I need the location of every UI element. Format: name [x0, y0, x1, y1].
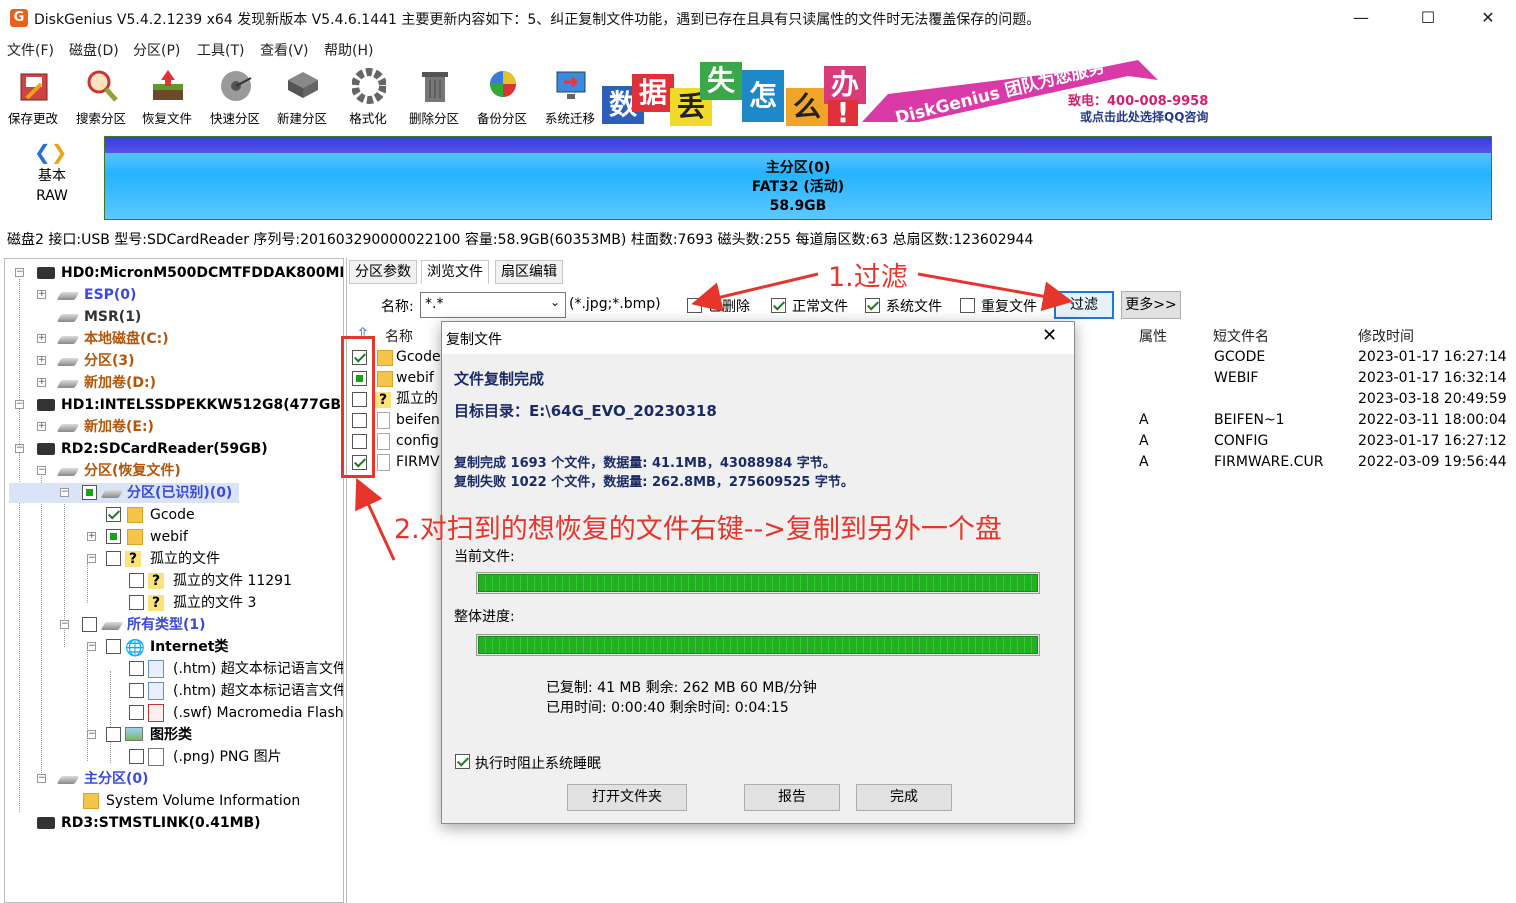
annotation-arrows [355, 272, 1073, 561]
annotation-step2: 2.对扫到的想恢复的文件右键-->复制到另外一个盘 [394, 514, 1002, 545]
